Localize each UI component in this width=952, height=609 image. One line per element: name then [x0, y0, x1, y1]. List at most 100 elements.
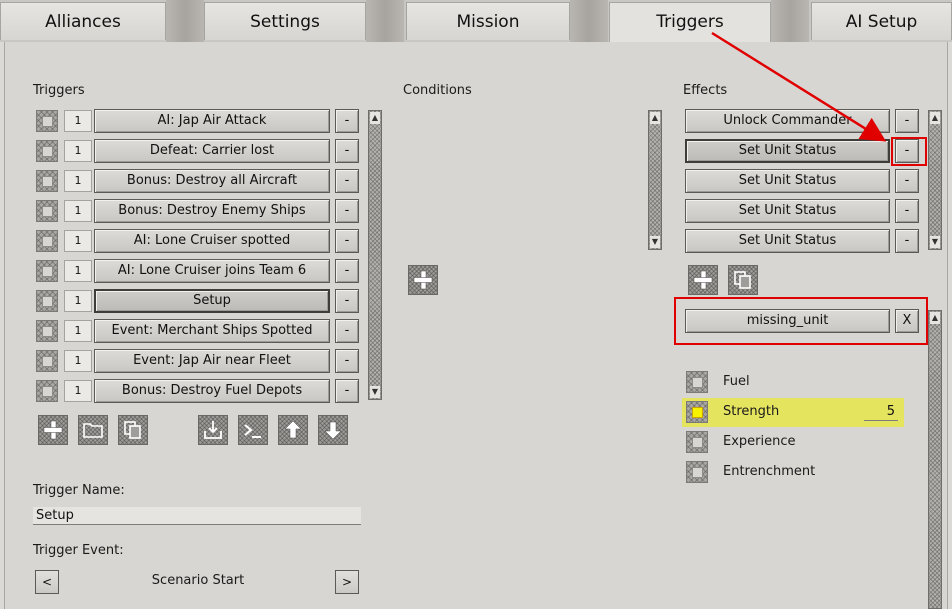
copy-trigger-button[interactable] — [118, 415, 148, 445]
status-checkbox[interactable] — [686, 461, 708, 483]
plus-icon — [413, 270, 433, 290]
remove-trigger-button[interactable]: - — [335, 169, 359, 193]
trigger-enable-checkbox[interactable] — [36, 320, 58, 342]
trigger-enable-checkbox[interactable] — [36, 140, 58, 162]
remove-trigger-button[interactable]: - — [335, 109, 359, 133]
tab-label: Settings — [250, 12, 320, 32]
remove-trigger-button[interactable]: - — [335, 379, 359, 403]
tab-separator — [366, 0, 404, 42]
scroll-up-arrow-icon[interactable]: ▲ — [930, 312, 940, 324]
scroll-up-arrow-icon[interactable]: ▲ — [370, 112, 380, 124]
status-checkbox[interactable] — [686, 431, 708, 453]
status-checkbox[interactable] — [686, 371, 708, 393]
effect-detail-scrollbar[interactable]: ▲ — [928, 310, 942, 609]
trigger-count: 1 — [64, 110, 92, 132]
triggers-title: Triggers — [33, 83, 85, 98]
scroll-up-arrow-icon[interactable]: ▲ — [930, 112, 940, 124]
scroll-down-arrow-icon[interactable]: ▼ — [650, 236, 660, 248]
folder-button[interactable] — [78, 415, 108, 445]
trigger-name-label: Trigger Name: — [33, 483, 125, 498]
trigger-count: 1 — [64, 290, 92, 312]
import-icon — [204, 421, 222, 439]
effect-item[interactable]: Set Unit Status — [685, 169, 890, 193]
status-label: Entrenchment — [723, 464, 816, 479]
trigger-item[interactable]: Defeat: Carrier lost — [94, 139, 330, 163]
effect-item[interactable]: Set Unit Status — [685, 199, 890, 223]
scroll-down-arrow-icon[interactable]: ▼ — [370, 386, 380, 398]
arrow-down-icon — [324, 421, 342, 440]
trigger-enable-checkbox[interactable] — [36, 350, 58, 372]
trigger-enable-checkbox[interactable] — [36, 290, 58, 312]
event-prev-button[interactable]: < — [35, 570, 59, 594]
tab-alliances[interactable]: Alliances — [0, 2, 166, 40]
trigger-count: 1 — [64, 140, 92, 162]
trigger-name-input[interactable]: Setup — [33, 507, 361, 525]
move-up-button[interactable] — [278, 415, 308, 445]
trigger-count: 1 — [64, 200, 92, 222]
trigger-item[interactable]: AI: Jap Air Attack — [94, 109, 330, 133]
event-next-button[interactable]: > — [335, 570, 359, 594]
remove-trigger-button[interactable]: - — [335, 289, 359, 313]
trigger-count: 1 — [64, 230, 92, 252]
add-effect-button[interactable] — [688, 265, 718, 295]
scroll-up-arrow-icon[interactable]: ▲ — [650, 112, 660, 124]
trigger-enable-checkbox[interactable] — [36, 200, 58, 222]
status-label: Experience — [723, 434, 796, 449]
trigger-item[interactable]: Setup — [94, 289, 330, 313]
remove-effect-button[interactable]: - — [895, 229, 919, 253]
trigger-item[interactable]: Bonus: Destroy all Aircraft — [94, 169, 330, 193]
copy-effect-button[interactable] — [728, 265, 758, 295]
trigger-enable-checkbox[interactable] — [36, 260, 58, 282]
tab-settings[interactable]: Settings — [204, 2, 366, 40]
import-button[interactable] — [198, 415, 228, 445]
trigger-count: 1 — [64, 350, 92, 372]
remove-trigger-button[interactable]: - — [335, 199, 359, 223]
trigger-enable-checkbox[interactable] — [36, 110, 58, 132]
status-label: Strength — [723, 404, 780, 419]
annotation-box-unit — [674, 297, 928, 345]
trigger-event-label: Trigger Event: — [33, 543, 124, 558]
remove-trigger-button[interactable]: - — [335, 319, 359, 343]
trigger-item[interactable]: Event: Merchant Ships Spotted — [94, 319, 330, 343]
tab-separator — [166, 0, 204, 42]
trigger-enable-checkbox[interactable] — [36, 380, 58, 402]
tab-label: Mission — [456, 12, 520, 32]
annotation-arrow-icon — [711, 31, 887, 142]
effect-item[interactable]: Set Unit Status — [685, 229, 890, 253]
effects-scrollbar[interactable]: ▲ ▼ — [928, 110, 942, 250]
remove-trigger-button[interactable]: - — [335, 259, 359, 283]
remove-trigger-button[interactable]: - — [335, 349, 359, 373]
scroll-down-arrow-icon[interactable]: ▼ — [930, 236, 940, 248]
trigger-event-value: Scenario Start — [151, 573, 245, 588]
trigger-list-scrollbar[interactable]: ▲ ▼ — [368, 110, 382, 400]
remove-effect-button[interactable]: - — [895, 199, 919, 223]
tab-separator — [570, 0, 608, 42]
add-condition-button[interactable] — [408, 265, 438, 295]
trigger-count: 1 — [64, 320, 92, 342]
trigger-count: 1 — [64, 260, 92, 282]
arrow-up-icon — [284, 420, 302, 439]
trigger-enable-checkbox[interactable] — [36, 170, 58, 192]
move-down-button[interactable] — [318, 415, 348, 445]
terminal-icon — [244, 424, 261, 438]
remove-trigger-button[interactable]: - — [335, 139, 359, 163]
plus-icon — [43, 420, 63, 440]
remove-trigger-button[interactable]: - — [335, 229, 359, 253]
strength-value-input[interactable]: 5 — [864, 403, 898, 421]
conditions-title: Conditions — [403, 83, 472, 98]
trigger-item[interactable]: AI: Lone Cruiser spotted — [94, 229, 330, 253]
status-label: Fuel — [723, 374, 750, 389]
remove-effect-button[interactable]: - — [895, 169, 919, 193]
console-button[interactable] — [238, 415, 268, 445]
trigger-enable-checkbox[interactable] — [36, 230, 58, 252]
add-trigger-button[interactable] — [38, 415, 68, 445]
trigger-item[interactable]: Bonus: Destroy Fuel Depots — [94, 379, 330, 403]
trigger-item[interactable]: AI: Lone Cruiser joins Team 6 — [94, 259, 330, 283]
trigger-item[interactable]: Bonus: Destroy Enemy Ships — [94, 199, 330, 223]
plus-icon — [693, 270, 713, 290]
conditions-scrollbar[interactable]: ▲ ▼ — [648, 110, 662, 250]
trigger-item[interactable]: Event: Jap Air near Fleet — [94, 349, 330, 373]
tab-mission[interactable]: Mission — [406, 2, 570, 40]
trigger-count: 1 — [64, 380, 92, 402]
status-checkbox[interactable] — [686, 401, 708, 423]
